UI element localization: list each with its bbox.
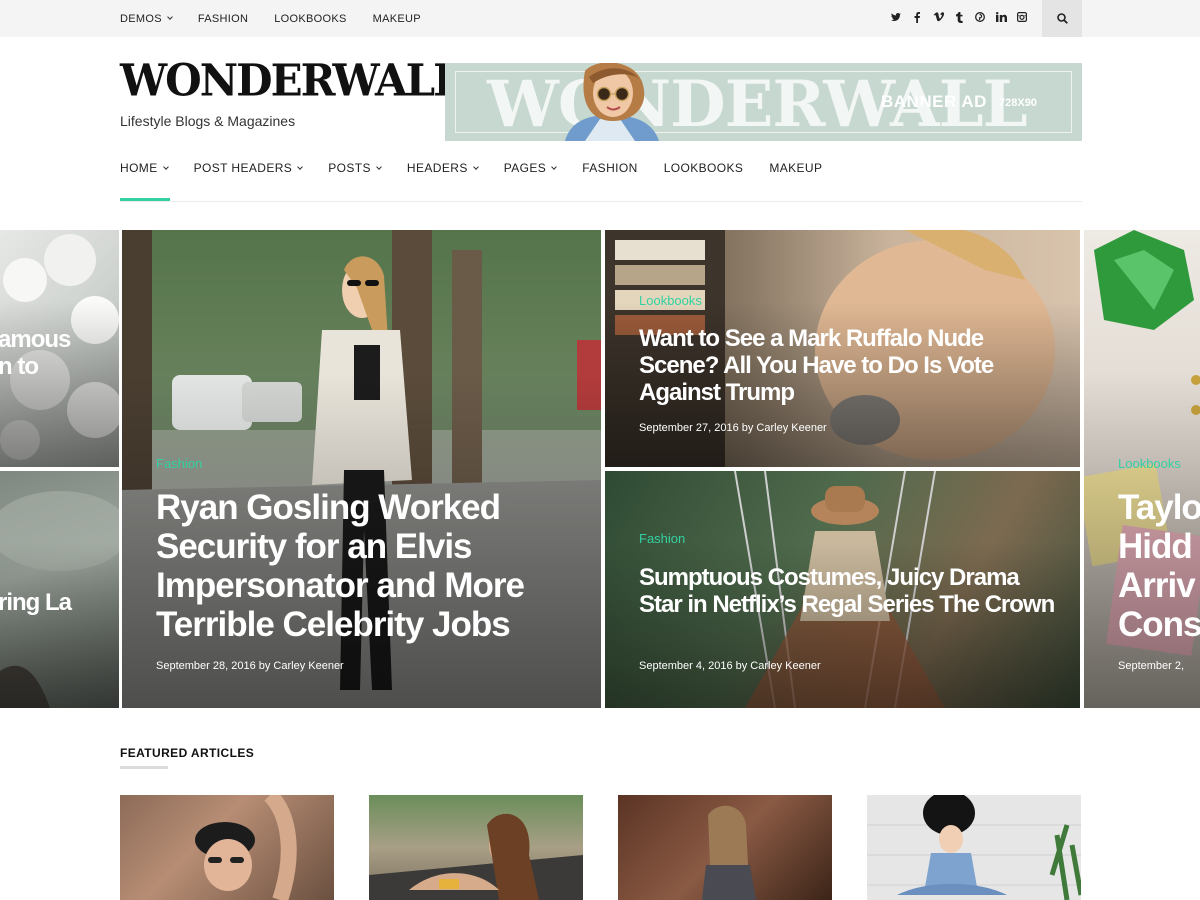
banner-ad[interactable]: WONDERWALL BANNER AD 728X90 — [445, 63, 1082, 141]
slide-right-partial[interactable]: Lookbooks Taylo Hidd Arriv Cons Septembe… — [1084, 230, 1200, 708]
main-nav: HOME POST HEADERS POSTS HEADERS PAGES FA… — [120, 161, 848, 175]
slide-left-top[interactable]: amous n to — [0, 230, 119, 467]
slide-category[interactable]: Fashion — [156, 456, 202, 471]
nav-makeup[interactable]: MAKEUP — [769, 161, 822, 175]
top-nav: DEMOS FASHION LOOKBOOKS MAKEUP — [120, 0, 447, 37]
banner-ad-label: BANNER AD — [881, 92, 987, 111]
slide-meta: September 28, 2016 by Carley Keener — [156, 660, 344, 672]
linkedin-icon[interactable] — [996, 12, 1007, 25]
slide-title[interactable]: Ryan Gosling Worked Security for an Elvi… — [156, 488, 586, 644]
site-logo[interactable]: WONDERWALL — [120, 55, 463, 106]
slide-meta: September 2, — [1118, 660, 1185, 672]
top-nav-makeup[interactable]: MAKEUP — [373, 13, 421, 25]
top-nav-lookbooks[interactable]: LOOKBOOKS — [274, 13, 346, 25]
featured-articles-heading: FEATURED ARTICLES — [120, 746, 255, 760]
chevron-down-icon — [551, 163, 558, 170]
slide-category[interactable]: Lookbooks — [1118, 456, 1181, 471]
featured-heading-underline — [120, 766, 168, 769]
featured-thumb-1[interactable] — [120, 795, 334, 900]
model-beach-image — [369, 813, 583, 900]
social-links — [880, 0, 1028, 37]
slide-title[interactable]: ring La — [0, 589, 72, 616]
model-rocks-image — [702, 805, 756, 900]
banner-ad-size: 728X90 — [999, 97, 1037, 109]
model-beanie-image — [195, 795, 297, 900]
twitter-icon[interactable] — [891, 12, 901, 25]
chevron-down-icon — [297, 163, 304, 170]
top-nav-fashion[interactable]: FASHION — [198, 13, 248, 25]
slide-shade — [0, 542, 119, 708]
slide-category[interactable]: Fashion — [639, 531, 685, 546]
slide-category[interactable]: Lookbooks — [639, 293, 702, 308]
slide-meta: September 27, 2016 by Carley Keener — [639, 422, 827, 434]
slide-bottom-right[interactable]: Fashion Sumptuous Costumes, Juicy Drama … — [605, 471, 1080, 708]
nav-pages[interactable]: PAGES — [504, 161, 558, 175]
chevron-down-icon — [376, 163, 382, 170]
nav-fashion[interactable]: FASHION — [582, 161, 637, 175]
slide-left-bottom[interactable]: ring La — [0, 471, 119, 708]
top-nav-demos[interactable]: DEMOS — [120, 13, 173, 25]
slide-top-right[interactable]: Lookbooks Want to See a Mark Ruffalo Nud… — [605, 230, 1080, 467]
nav-divider — [120, 201, 1082, 202]
slide-title[interactable]: Sumptuous Costumes, Juicy Drama Star in … — [639, 564, 1059, 618]
slide-main[interactable]: Fashion Ryan Gosling Worked Security for… — [122, 230, 601, 708]
chevron-down-icon — [162, 163, 169, 170]
facebook-icon[interactable] — [912, 11, 922, 26]
featured-thumb-3[interactable] — [618, 795, 832, 900]
featured-thumb-4[interactable] — [867, 795, 1081, 900]
slide-title[interactable]: Want to See a Mark Ruffalo Nude Scene? A… — [639, 325, 1049, 406]
slide-title[interactable]: amous n to — [0, 326, 71, 380]
tumblr-icon[interactable] — [954, 11, 964, 26]
featured-thumb-2[interactable] — [369, 795, 583, 900]
slide-meta: September 4, 2016 by Carley Keener — [639, 660, 821, 672]
site-tagline: Lifestyle Blogs & Magazines — [120, 113, 296, 129]
nav-posts[interactable]: POSTS — [328, 161, 382, 175]
instagram-icon[interactable] — [1017, 12, 1028, 25]
vimeo-icon[interactable] — [933, 12, 944, 25]
nav-post-headers[interactable]: POST HEADERS — [194, 161, 304, 175]
nav-headers[interactable]: HEADERS — [407, 161, 479, 175]
nav-lookbooks[interactable]: LOOKBOOKS — [664, 161, 744, 175]
chevron-down-icon — [167, 14, 173, 20]
chevron-down-icon — [472, 163, 479, 170]
pinterest-icon[interactable] — [975, 12, 985, 25]
top-bar: DEMOS FASHION LOOKBOOKS MAKEUP — [0, 0, 1200, 37]
search-button[interactable] — [1042, 0, 1082, 37]
banner-model-image — [565, 63, 659, 141]
search-icon — [1056, 13, 1068, 24]
model-yoga-image — [867, 795, 1081, 900]
nav-home[interactable]: HOME — [120, 161, 169, 175]
slide-title[interactable]: Taylo Hidd Arriv Cons — [1118, 488, 1200, 644]
